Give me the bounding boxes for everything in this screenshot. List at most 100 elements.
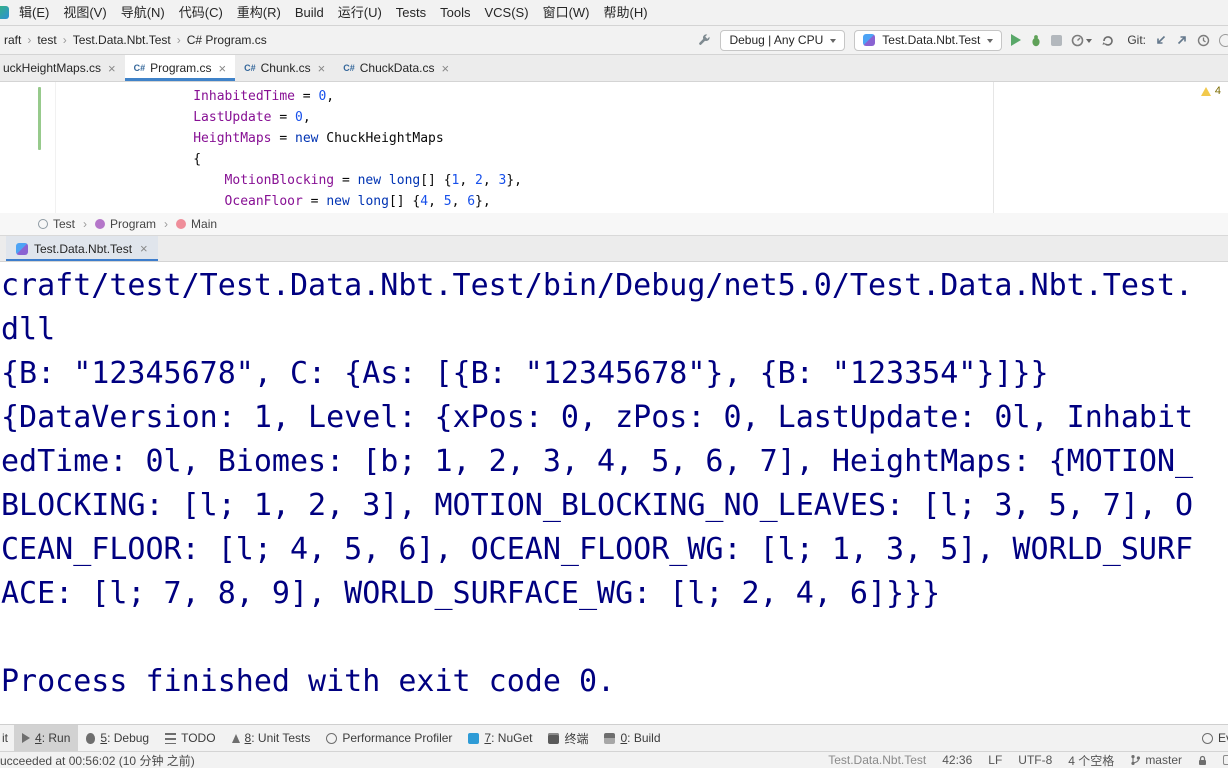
editor-tab[interactable]: C# ChuckData.cs × xyxy=(334,55,458,81)
tool-window-button-unit-tests[interactable]: 8: Unit Tests xyxy=(224,725,319,751)
nuget-icon xyxy=(468,732,480,744)
close-icon[interactable]: × xyxy=(219,61,227,76)
run-config-icon xyxy=(863,34,876,46)
breadcrumb-item[interactable]: Main xyxy=(174,217,219,231)
console-line: dll xyxy=(1,312,56,347)
menu-item[interactable]: 运行(U) xyxy=(331,0,389,25)
debug-button[interactable] xyxy=(1030,34,1042,47)
vcs-change-marker[interactable] xyxy=(38,87,41,150)
run-panel-tab[interactable]: Test.Data.Nbt.Test × xyxy=(6,236,158,261)
breadcrumb-item[interactable]: Test.Data.Nbt.Test xyxy=(71,32,173,48)
menu-item[interactable]: VCS(S) xyxy=(478,0,536,25)
close-icon[interactable]: × xyxy=(441,61,449,76)
git-push-icon[interactable] xyxy=(1176,34,1188,46)
profiler-icon xyxy=(326,732,338,744)
breadcrumb-item[interactable]: raft xyxy=(2,32,23,48)
tool-window-button-performance-profiler[interactable]: Performance Profiler xyxy=(318,725,460,751)
code-editor[interactable]: InhabitedTime = 0, LastUpdate = 0, Heigh… xyxy=(0,82,1228,213)
run-button[interactable] xyxy=(1011,34,1022,46)
close-icon[interactable]: × xyxy=(108,61,116,76)
menu-item[interactable]: 帮助(H) xyxy=(597,0,655,25)
menu-item[interactable]: Tests xyxy=(389,0,433,25)
code-line: HeightMaps = new ChuckHeightMaps xyxy=(68,128,1228,149)
breadcrumb-item[interactable]: test xyxy=(35,32,58,48)
history-clock-icon[interactable] xyxy=(1197,34,1210,47)
run-config-dropdown[interactable]: Test.Data.Nbt.Test xyxy=(854,29,1003,51)
menu-item[interactable]: 重构(R) xyxy=(230,0,288,25)
console-line: Process finished with exit code 0. xyxy=(1,664,616,699)
code-line: OceanFloor = new long[] {4, 5, 6}, xyxy=(68,191,1228,212)
menu-item[interactable]: 导航(N) xyxy=(114,0,172,25)
breadcrumb-item[interactable]: Program xyxy=(93,217,158,231)
navigation-bar: raft › test › Test.Data.Nbt.Test › C# Program.… xyxy=(0,26,1228,55)
unit-tests-icon xyxy=(231,733,240,743)
code-token: ChuckHeightMaps xyxy=(318,131,444,146)
tool-window-label: 0: Build xyxy=(620,731,661,745)
lock-icon[interactable] xyxy=(1198,755,1207,766)
menu-item[interactable]: 代码(C) xyxy=(172,0,230,25)
editor-tab[interactable]: C# Chunk.cs × xyxy=(235,55,334,81)
solution-config-dropdown[interactable]: Debug | Any CPU xyxy=(720,29,846,51)
tool-window-button-debug[interactable]: 5: Debug xyxy=(78,725,157,751)
build-status-message[interactable]: ucceeded at 00:56:02 (10 分钟 之前) xyxy=(0,752,195,768)
code-token: , xyxy=(451,194,468,209)
menu-item[interactable]: Tools xyxy=(433,0,477,25)
menu-item[interactable]: 窗口(W) xyxy=(536,0,597,25)
breadcrumb-label: Main xyxy=(191,217,218,231)
solution-config-value: Debug | Any CPU xyxy=(729,33,824,47)
menu-bar: 辑(E) 视图(V) 导航(N) 代码(C) 重构(R) Build 运行(U) Tests T… xyxy=(0,0,1228,26)
wrench-icon[interactable] xyxy=(697,33,711,47)
chevron-down-icon xyxy=(830,38,837,46)
cut-off-status-icon[interactable] xyxy=(1223,755,1228,765)
code-token: [] { xyxy=(420,173,452,188)
close-icon[interactable]: × xyxy=(140,241,148,256)
menu-item[interactable]: 视图(V) xyxy=(56,0,113,25)
tool-window-button-terminal[interactable]: 终端 xyxy=(540,725,596,751)
inspection-warnings-badge[interactable]: 4 xyxy=(1200,85,1221,97)
tool-window-label: 8: Unit Tests xyxy=(244,731,311,745)
code-token: , xyxy=(326,89,335,104)
code-area[interactable]: InhabitedTime = 0, LastUpdate = 0, Heigh… xyxy=(56,86,1228,212)
console-line: BLOCKING: [l; 1, 2, 3], MOTION_BLOCKING_… xyxy=(1,488,1194,523)
breadcrumb-item[interactable]: Test xyxy=(36,217,77,231)
console-line: ACE: [l; 7, 8, 9], WORLD_SURFACE_WG: [l;… xyxy=(1,576,941,611)
tool-window-button-run[interactable]: 4: Run xyxy=(14,725,79,751)
status-run-config: Test.Data.Nbt.Test xyxy=(828,753,927,767)
git-branch-widget[interactable]: master xyxy=(1130,753,1182,767)
code-token: 5 xyxy=(443,194,452,209)
menu-item[interactable]: 辑(E) xyxy=(12,0,56,25)
line-separator-widget[interactable]: LF xyxy=(988,753,1002,767)
tool-window-button-event-log[interactable]: Ev xyxy=(1201,725,1228,751)
tool-window-button-build[interactable]: 0: Build xyxy=(596,725,668,751)
tab-label: Program.cs xyxy=(150,61,212,75)
stop-button[interactable] xyxy=(1051,34,1063,46)
caret-position-widget[interactable]: 42:36 xyxy=(942,753,972,767)
console-line: {DataVersion: 1, Level: {xPos: 0, zPos: … xyxy=(1,400,1194,435)
run-panel-header: Test.Data.Nbt.Test × xyxy=(0,236,1228,262)
breadcrumb-item[interactable]: C# Program.cs xyxy=(185,32,269,48)
git-update-icon[interactable] xyxy=(1155,34,1167,46)
code-token: { xyxy=(68,152,202,167)
editor-tab[interactable]: C# Program.cs × xyxy=(124,55,236,81)
code-line: MotionBlocking = new long[] {1, 2, 3}, xyxy=(68,170,1228,191)
cut-off-toolbar-icon[interactable] xyxy=(1219,33,1228,47)
app-logo-icon xyxy=(0,6,9,19)
tool-window-button-commit-cut[interactable]: it xyxy=(2,725,14,751)
method-icon xyxy=(176,219,187,229)
code-token: 6 xyxy=(467,194,476,209)
close-icon[interactable]: × xyxy=(318,61,326,76)
run-icon xyxy=(22,733,30,743)
profiler-button[interactable] xyxy=(1071,34,1093,47)
rerun-icon[interactable] xyxy=(1101,34,1114,47)
tool-window-button-nuget[interactable]: 7: NuGet xyxy=(460,725,540,751)
indent-style-widget[interactable]: 4 个空格 xyxy=(1068,752,1114,768)
git-label: Git: xyxy=(1127,33,1146,47)
encoding-widget[interactable]: UTF-8 xyxy=(1018,753,1052,767)
tool-window-button-todo[interactable]: TODO xyxy=(157,725,223,751)
menu-item[interactable]: Build xyxy=(288,0,331,25)
tool-window-label: TODO xyxy=(181,731,216,745)
run-console-output[interactable]: craft/test/Test.Data.Nbt.Test/bin/Debug/… xyxy=(0,262,1228,724)
editor-tab[interactable]: uckHeightMaps.cs × xyxy=(0,55,125,81)
